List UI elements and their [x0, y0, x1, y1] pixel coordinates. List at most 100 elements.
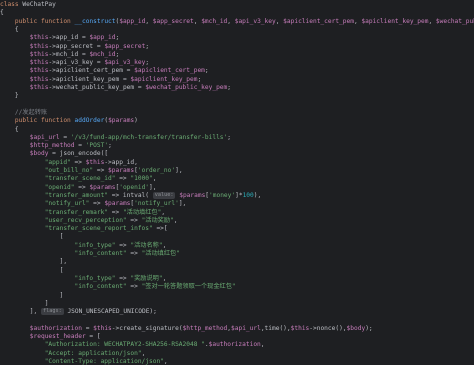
code-token: "签对一轮答题领取一个现金红包" — [141, 283, 236, 291]
code-token: ; — [197, 75, 202, 83]
code-line[interactable]: class WeChatPay — [0, 1, 56, 9]
code-token: "奖励说明" — [130, 274, 163, 282]
code-token: "Authorization: WECHATPAY2-SHA256-RSA204… — [0, 341, 205, 349]
code-line[interactable]: $this->wechat_public_key_pem = $wechat_p… — [0, 84, 231, 92]
code-token: ->mch_id = — [48, 50, 90, 58]
code-line[interactable]: "info_type" => "活动名称", — [0, 241, 167, 250]
code-token: =>[ — [152, 225, 168, 233]
code-token: ->apiclient_cert_pem = — [48, 67, 135, 75]
code-line[interactable]: ], flags: JSON_UNESCAPED_UNICODE); — [0, 308, 157, 316]
code-token: "openid" — [0, 183, 75, 191]
code-line[interactable]: ] — [0, 292, 64, 300]
code-token: => — [115, 241, 131, 249]
code-line[interactable]: $authorization = $this->create_signature… — [0, 325, 373, 333]
code-token: $this — [0, 34, 49, 42]
code-line[interactable]: $http_method = 'POST'; — [0, 142, 112, 150]
code-line[interactable]: } — [0, 92, 19, 100]
code-token: "info_content" — [0, 250, 127, 257]
code-line[interactable]: "appid" => $this->app_id, — [0, 159, 138, 167]
code-token: $api_url — [0, 133, 60, 141]
code-line[interactable]: "info_content" => "签对一轮答题领取一个现金红包" — [0, 283, 236, 291]
code-token: => intval( — [108, 191, 153, 199]
code-line[interactable]: "out_bill_no" => $params['order_no'], — [0, 167, 183, 175]
code-line[interactable]: $this->api_v3_key = $api_v3_key; — [0, 59, 149, 67]
code-line[interactable]: { — [0, 26, 19, 34]
code-token: $this — [0, 42, 49, 50]
code-token: $apiclient_key_pem — [361, 17, 429, 25]
code-line[interactable]: [ — [0, 267, 64, 275]
code-line[interactable]: ] — [0, 300, 49, 308]
code-token: , — [145, 17, 153, 25]
code-token: public function — [0, 17, 75, 25]
code-token: [ — [0, 233, 64, 241]
code-token: => — [126, 283, 142, 291]
code-token: => — [93, 167, 109, 174]
code-token: { — [0, 25, 19, 33]
code-line[interactable]: public function __construct($app_id, $ap… — [0, 18, 474, 26]
code-line[interactable]: "openid" => $params['openid'], — [0, 184, 157, 192]
code-token: $wechat_public_key_pem — [145, 84, 228, 91]
code-line[interactable]: "transfer_scene_id" => "1000", — [0, 175, 157, 183]
code-token: , — [163, 357, 168, 365]
code-token: $app_secret — [104, 42, 146, 50]
code-line[interactable]: $this->app_id = $app_id; — [0, 34, 119, 42]
code-token: addOrder — [74, 117, 105, 125]
code-line[interactable]: "user_recv_perception" => "活动奖励", — [0, 217, 178, 225]
code-token: 'openid' — [119, 183, 150, 191]
code-token: => — [115, 175, 131, 183]
code-token: $http_method — [182, 324, 228, 332]
code-line[interactable]: public function addOrder($params) — [0, 117, 138, 125]
code-token: "info_type" — [0, 274, 116, 282]
code-line[interactable]: //发起转账 — [0, 109, 47, 117]
code-line[interactable]: "Content-Type: application/json", — [0, 358, 168, 365]
code-token: => — [126, 250, 142, 257]
code-line[interactable]: { — [0, 126, 19, 134]
code-line[interactable]: $api_url = '/v3/fund-app/mch-transfer/tr… — [0, 134, 231, 142]
code-token: = [ — [85, 333, 101, 340]
code-token: , — [428, 17, 436, 25]
code-token: 'money' — [209, 191, 236, 199]
code-token: $apiclient_key_pem — [130, 75, 198, 83]
code-token: ], — [149, 183, 157, 191]
code-line[interactable]: $body = json_encode([ — [0, 150, 108, 158]
code-line[interactable]: "Authorization: WECHATPAY2-SHA256-RSA204… — [0, 341, 265, 349]
code-line[interactable]: "info_type" => "奖励说明", — [0, 274, 167, 283]
code-token: $this — [0, 67, 49, 75]
code-editor[interactable]: class WeChatPay{ public function __const… — [0, 0, 474, 365]
code-line[interactable]: "info_content" => "活动填红包" — [0, 250, 180, 258]
code-token: "out_bill_no" — [0, 167, 94, 174]
code-token: "Accept: application/json" — [0, 349, 142, 357]
code-token: = — [59, 133, 71, 141]
code-token: 100 — [242, 191, 254, 199]
code-line[interactable]: { — [0, 9, 4, 17]
code-line[interactable]: $this->app_secret = $app_secret; — [0, 43, 149, 51]
code-line[interactable]: $this->mch_id = $mch_id; — [0, 51, 119, 59]
code-line[interactable]: $this->apiclient_key_pem = $apiclient_ke… — [0, 76, 201, 84]
code-line[interactable]: "Accept: application/json", — [0, 349, 146, 358]
code-token: "Content-Type: application/json" — [0, 357, 164, 365]
code-line[interactable]: $request_header = [ — [0, 333, 101, 341]
code-token: $this — [0, 59, 49, 67]
code-line[interactable]: "transfer_remark" => "活动填红包", — [0, 209, 165, 217]
code-token: "appid" — [0, 158, 71, 166]
code-token: $app_id — [119, 17, 146, 25]
code-token: , — [260, 341, 265, 349]
code-token: => — [74, 183, 90, 191]
code-line[interactable]: $this->apiclient_cert_pem = $apiclient_c… — [0, 67, 209, 75]
code-token: $mch_id — [89, 50, 116, 58]
parameter-hint: value: — [152, 191, 176, 199]
code-token: $api_v3_key — [104, 59, 146, 67]
code-line[interactable]: "transfer_amount" => intval( value: $par… — [0, 191, 261, 200]
code-token: WeChatPay — [22, 1, 56, 8]
code-line[interactable]: ], — [0, 258, 67, 266]
code-line[interactable]: "transfer_scene_report_infos" =>[ — [0, 225, 168, 233]
code-token: ; — [227, 84, 231, 91]
code-token: ->nonce(), — [309, 324, 347, 332]
code-token: $this — [0, 75, 49, 83]
code-token: $params — [89, 183, 116, 191]
code-line[interactable]: "notify_url" => $params['notify_url'], — [0, 200, 187, 208]
code-token: ->wechat_public_key_pem = — [48, 84, 146, 91]
code-line[interactable]: [ — [0, 233, 64, 241]
code-token: => — [126, 216, 142, 224]
code-token: "活动奖励" — [141, 216, 174, 224]
